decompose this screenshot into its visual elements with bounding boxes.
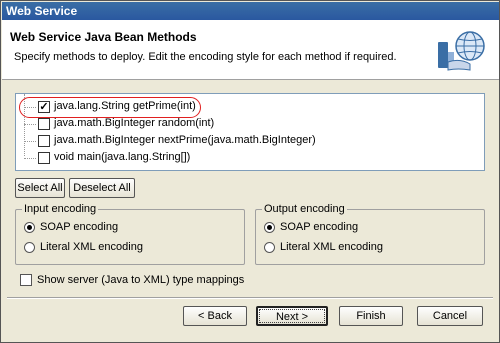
method-checkbox[interactable] <box>38 152 50 164</box>
method-label: java.math.BigInteger random(int) <box>54 117 215 129</box>
input-literal-xml-label: Literal XML encoding <box>40 241 143 253</box>
method-row[interactable]: java.math.BigInteger nextPrime(java.math… <box>16 133 484 149</box>
select-all-button[interactable]: Select All <box>15 178 65 198</box>
input-soap-label: SOAP encoding <box>40 221 119 233</box>
input-literal-xml-radio[interactable] <box>24 242 35 253</box>
output-encoding-legend: Output encoding <box>262 203 347 215</box>
input-soap-radio[interactable] <box>24 222 35 233</box>
output-encoding-group: Output encoding SOAP encoding Literal XM… <box>255 203 485 265</box>
deselect-all-button[interactable]: Deselect All <box>69 178 135 198</box>
method-row[interactable]: void main(java.lang.String[]) <box>16 150 484 166</box>
output-soap-label: SOAP encoding <box>280 221 359 233</box>
method-checkbox[interactable] <box>38 118 50 130</box>
highlight-annotation <box>19 97 201 118</box>
window-title: Web Service <box>2 2 499 20</box>
next-button[interactable]: Next > <box>256 306 328 326</box>
footer-separator <box>7 297 493 299</box>
web-service-wizard-window: Web Service Web Service Java Bean Method… <box>0 0 500 343</box>
tree-branch <box>24 158 36 159</box>
method-label: java.math.BigInteger nextPrime(java.math… <box>54 134 316 146</box>
output-literal-xml-radio[interactable] <box>264 242 275 253</box>
method-checkbox[interactable] <box>38 135 50 147</box>
output-literal-xml-label: Literal XML encoding <box>280 241 383 253</box>
page-title: Web Service Java Bean Methods <box>10 30 197 44</box>
tree-branch <box>24 124 36 125</box>
output-soap-radio[interactable] <box>264 222 275 233</box>
wizard-header: Web Service Java Bean Methods Specify me… <box>2 20 499 80</box>
back-button[interactable]: < Back <box>183 306 247 326</box>
input-encoding-legend: Input encoding <box>22 203 99 215</box>
page-description: Specify methods to deploy. Edit the enco… <box>14 51 397 63</box>
tree-branch <box>24 141 36 142</box>
method-row[interactable]: java.math.BigInteger random(int) <box>16 116 484 132</box>
server-mapping-label: Show server (Java to XML) type mappings <box>37 274 245 286</box>
globe-hand-icon <box>438 31 485 71</box>
server-mapping-checkbox[interactable] <box>20 274 32 286</box>
input-encoding-group: Input encoding SOAP encoding Literal XML… <box>15 203 245 265</box>
method-label: void main(java.lang.String[]) <box>54 151 191 163</box>
cancel-button[interactable]: Cancel <box>417 306 483 326</box>
finish-button[interactable]: Finish <box>339 306 403 326</box>
